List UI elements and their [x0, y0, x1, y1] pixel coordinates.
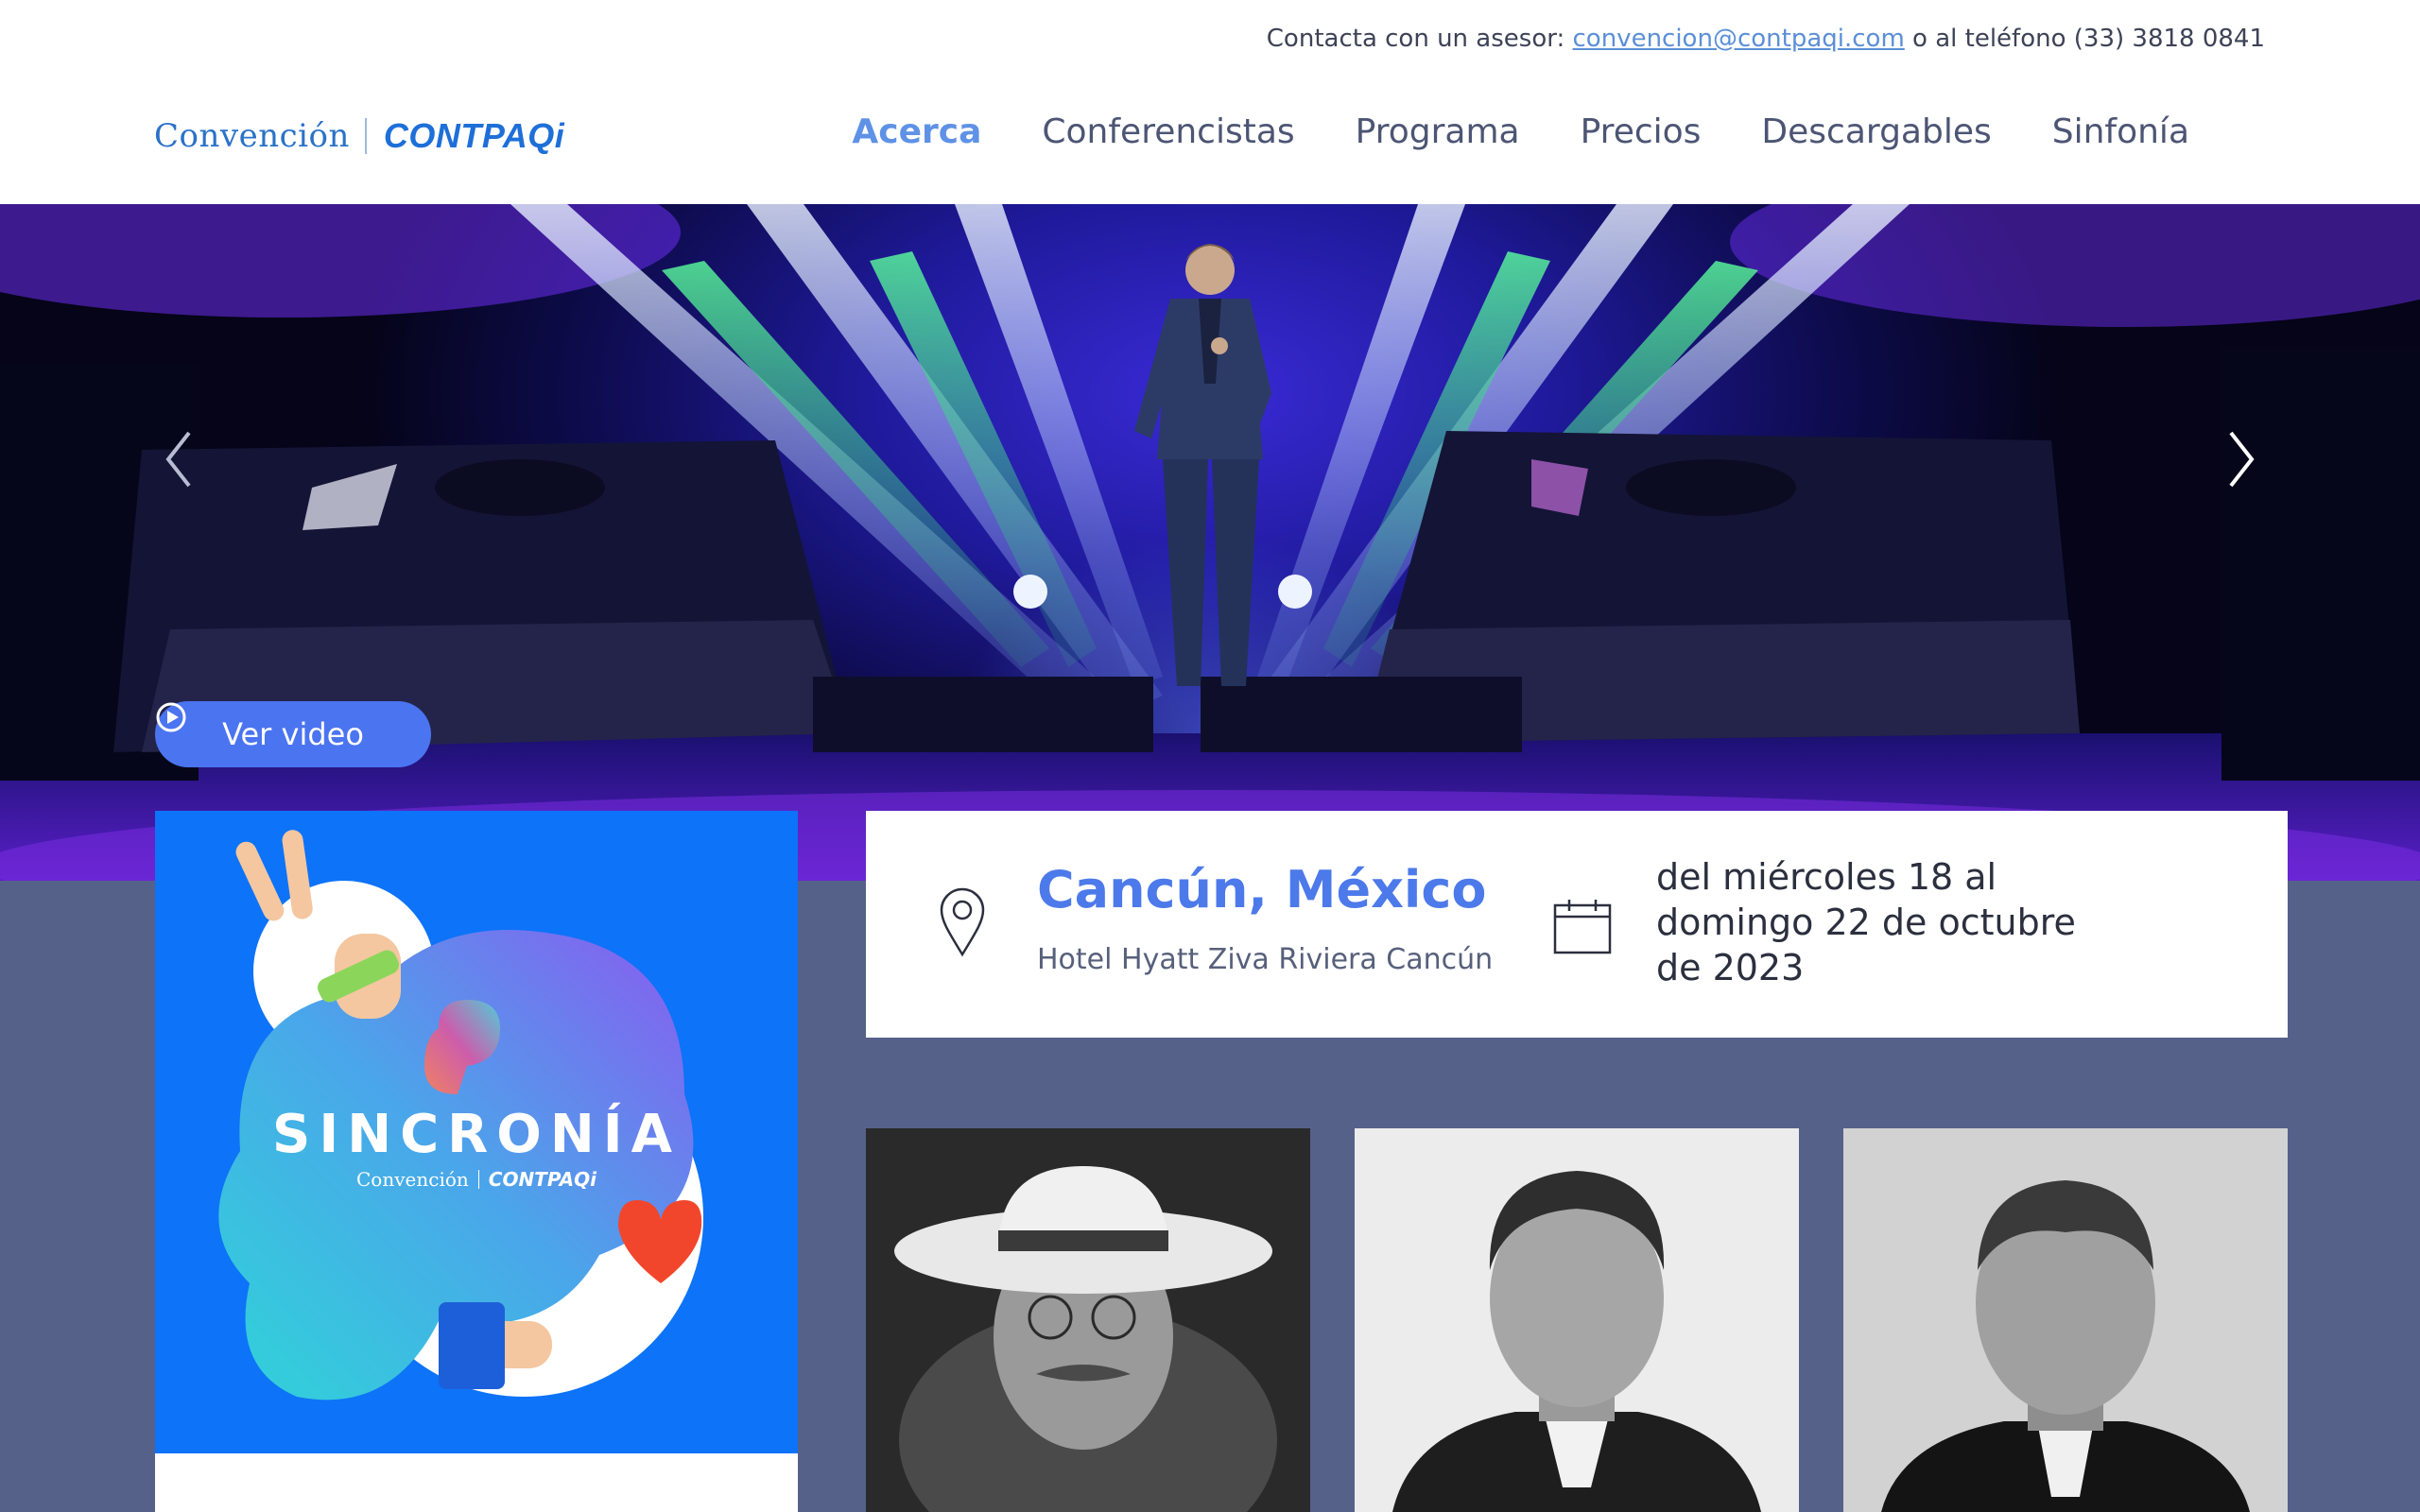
nav-item-conferencistas[interactable]: Conferencistas	[1011, 106, 1324, 159]
poster-caption-area	[155, 1453, 798, 1512]
slider-next-button[interactable]	[2212, 412, 2269, 507]
main-nav: Acerca Conferencistas Programa Precios D…	[821, 106, 2220, 159]
event-dates: del miércoles 18 al domingo 22 de octubr…	[1656, 856, 2076, 988]
map-pin-icon	[940, 887, 985, 957]
site-logo[interactable]: Convención CONTPAQi	[154, 113, 564, 159]
hero-stage-image	[0, 204, 2420, 881]
nav-item-precios[interactable]: Precios	[1550, 106, 1732, 159]
sincronia-poster: SINCRONÍA Convención CONTPAQi	[155, 811, 798, 1453]
play-circle-icon	[156, 702, 186, 732]
poster-title: SINCRONÍA	[272, 1104, 681, 1165]
slider-prev-button[interactable]	[151, 412, 208, 507]
nav-item-sinfonia[interactable]: Sinfonía	[2022, 106, 2220, 159]
speaker-portrait-1	[866, 1128, 1310, 1512]
speaker-photo-3[interactable]	[1843, 1128, 2288, 1512]
site-header: Contacta con un asesor: convencion@contp…	[0, 0, 2420, 204]
event-venue: Hotel Hyatt Ziva Riviera Cancún	[1037, 943, 1494, 976]
logo-convention-text: Convención	[154, 117, 350, 155]
hero-slider: Ver video	[0, 204, 2420, 881]
poster-convention-text: Convención	[356, 1168, 469, 1191]
speaker-photo-2[interactable]	[1355, 1128, 1799, 1512]
speaker-portrait-3	[1843, 1128, 2288, 1512]
logo-brand-text: CONTPAQi	[383, 116, 565, 155]
contact-info: Contacta con un asesor: convencion@contp…	[1267, 25, 2265, 53]
event-city: Cancún, México	[1037, 860, 1487, 919]
nav-item-programa[interactable]: Programa	[1325, 106, 1550, 159]
nav-item-acerca[interactable]: Acerca	[821, 106, 1011, 159]
watch-video-button[interactable]: Ver video	[155, 701, 431, 767]
nav-item-descargables[interactable]: Descargables	[1731, 106, 2021, 159]
speaker-portrait-2	[1355, 1128, 1799, 1512]
poster-logo: Convención CONTPAQi	[155, 1168, 798, 1191]
logo-divider	[364, 118, 367, 154]
poster-logo-divider	[477, 1170, 479, 1189]
contact-email-link[interactable]: convencion@contpaqi.com	[1573, 25, 1905, 53]
contact-phone: o al teléfono (33) 3818 0841	[1904, 25, 2265, 53]
speaker-photo-1[interactable]	[866, 1128, 1310, 1512]
calendar-icon	[1553, 900, 1612, 954]
poster-brand-text: CONTPAQi	[488, 1168, 596, 1191]
watch-video-label: Ver video	[222, 716, 364, 752]
chevron-right-icon	[2229, 431, 2255, 488]
chevron-left-icon	[165, 431, 191, 488]
event-info-card: Cancún, México Hotel Hyatt Ziva Riviera …	[866, 811, 2288, 1038]
contact-prefix: Contacta con un asesor:	[1266, 25, 1573, 53]
